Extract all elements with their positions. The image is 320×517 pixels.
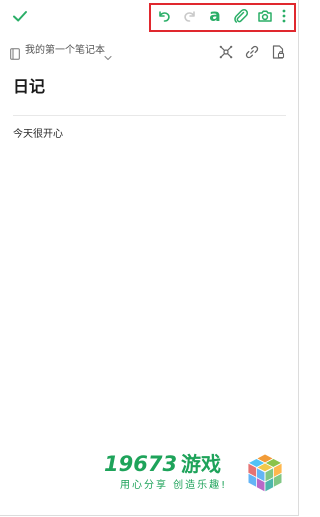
notebook-icon xyxy=(10,45,20,60)
note-title[interactable]: 日记 xyxy=(13,76,45,98)
note-body[interactable]: 今天很开心 xyxy=(13,128,63,142)
chevron-down-icon[interactable] xyxy=(104,47,112,61)
title-divider xyxy=(13,115,286,116)
checkmark-icon[interactable] xyxy=(11,7,29,25)
camera-icon[interactable] xyxy=(256,7,274,25)
note-editor-page: a 我的第一个笔记本 日记 今天很开心 19673 游戏 用心分享 创造乐趣! xyxy=(0,0,299,516)
attachment-icon[interactable] xyxy=(232,7,250,25)
watermark-slogan: 用心分享 创造乐趣! xyxy=(120,480,228,491)
cube-logo-icon xyxy=(246,452,284,494)
text-format-glyph: a xyxy=(209,6,221,26)
undo-icon[interactable] xyxy=(155,7,173,25)
watermark-number: 19673 xyxy=(104,452,178,476)
link-icon[interactable] xyxy=(244,44,260,60)
text-format-icon[interactable]: a xyxy=(206,7,224,25)
mind-map-icon[interactable] xyxy=(218,44,234,60)
lock-icon[interactable] xyxy=(270,44,286,60)
watermark-name: 游戏 xyxy=(181,452,221,476)
redo-icon[interactable] xyxy=(181,7,199,25)
notebook-selector[interactable]: 我的第一个笔记本 xyxy=(25,44,105,58)
more-icon[interactable] xyxy=(278,7,290,25)
